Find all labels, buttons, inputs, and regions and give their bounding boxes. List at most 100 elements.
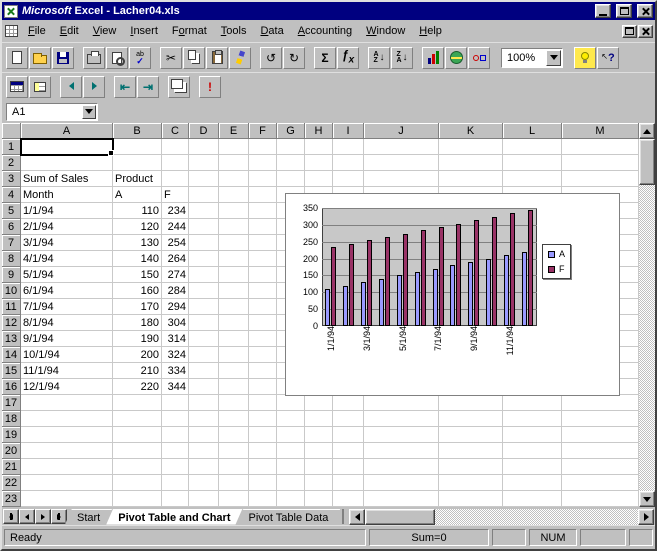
cell-K21[interactable] xyxy=(439,459,503,475)
cell-D15[interactable] xyxy=(189,363,219,379)
cell-A13[interactable]: 9/1/94 xyxy=(21,331,113,347)
vertical-scroll-thumb[interactable] xyxy=(639,139,655,185)
cell-K23[interactable] xyxy=(439,491,503,507)
name-box-dropdown-icon[interactable] xyxy=(82,104,96,119)
cell-F16[interactable] xyxy=(249,379,277,395)
cell-A7[interactable]: 3/1/94 xyxy=(21,235,113,251)
cell-C15[interactable]: 334 xyxy=(162,363,189,379)
cell-J19[interactable] xyxy=(364,427,439,443)
row-header-3[interactable]: 3 xyxy=(2,171,21,187)
column-header-D[interactable]: D xyxy=(189,123,219,139)
sort-ascending-button[interactable]: A Z ↓ xyxy=(368,46,390,69)
cell-C3[interactable] xyxy=(162,171,189,187)
cell-J23[interactable] xyxy=(364,491,439,507)
row-header-11[interactable]: 11 xyxy=(2,299,21,315)
row-header-6[interactable]: 6 xyxy=(2,219,21,235)
cell-A21[interactable] xyxy=(21,459,113,475)
cell-E16[interactable] xyxy=(219,379,249,395)
column-header-C[interactable]: C xyxy=(162,123,189,139)
row-header-23[interactable]: 23 xyxy=(2,491,21,507)
cell-I23[interactable] xyxy=(333,491,364,507)
cell-G18[interactable] xyxy=(277,411,305,427)
column-header-F[interactable]: F xyxy=(249,123,277,139)
cell-H2[interactable] xyxy=(305,155,333,171)
vertical-scroll-track[interactable] xyxy=(639,185,655,491)
cell-E8[interactable] xyxy=(219,251,249,267)
cell-M23[interactable] xyxy=(562,491,639,507)
tab-split-handle[interactable] xyxy=(342,509,348,524)
cell-I20[interactable] xyxy=(333,443,364,459)
cell-D23[interactable] xyxy=(189,491,219,507)
cell-B4[interactable]: A xyxy=(113,187,162,203)
copy-button[interactable] xyxy=(183,46,205,69)
cell-L3[interactable] xyxy=(503,171,562,187)
cell-E3[interactable] xyxy=(219,171,249,187)
cell-D7[interactable] xyxy=(189,235,219,251)
next-sheet-button[interactable] xyxy=(35,509,51,524)
cell-G17[interactable] xyxy=(277,395,305,411)
cell-B18[interactable] xyxy=(113,411,162,427)
cell-K19[interactable] xyxy=(439,427,503,443)
cell-I19[interactable] xyxy=(333,427,364,443)
cell-F3[interactable] xyxy=(249,171,277,187)
cell-F14[interactable] xyxy=(249,347,277,363)
cell-K3[interactable] xyxy=(439,171,503,187)
row-header-18[interactable]: 18 xyxy=(2,411,21,427)
cell-C11[interactable]: 294 xyxy=(162,299,189,315)
menu-view[interactable]: View xyxy=(86,22,124,40)
cell-B6[interactable]: 120 xyxy=(113,219,162,235)
cell-I1[interactable] xyxy=(333,139,364,155)
cell-A11[interactable]: 7/1/94 xyxy=(21,299,113,315)
cell-D18[interactable] xyxy=(189,411,219,427)
row-header-19[interactable]: 19 xyxy=(2,427,21,443)
cell-D3[interactable] xyxy=(189,171,219,187)
row-header-10[interactable]: 10 xyxy=(2,283,21,299)
cell-I3[interactable] xyxy=(333,171,364,187)
cell-D1[interactable] xyxy=(189,139,219,155)
cell-B3[interactable]: Product xyxy=(113,171,162,187)
cell-E1[interactable] xyxy=(219,139,249,155)
cell-D6[interactable] xyxy=(189,219,219,235)
row-header-14[interactable]: 14 xyxy=(2,347,21,363)
name-box[interactable]: A1 xyxy=(6,102,98,121)
cell-A1[interactable] xyxy=(20,138,114,156)
cell-C5[interactable]: 234 xyxy=(162,203,189,219)
cell-M2[interactable] xyxy=(562,155,639,171)
cell-F18[interactable] xyxy=(249,411,277,427)
cell-M18[interactable] xyxy=(562,411,639,427)
minimize-button[interactable] xyxy=(595,4,611,18)
cell-M22[interactable] xyxy=(562,475,639,491)
cell-K20[interactable] xyxy=(439,443,503,459)
pivot-table-field-button[interactable] xyxy=(29,75,51,98)
cell-D2[interactable] xyxy=(189,155,219,171)
cell-A16[interactable]: 12/1/94 xyxy=(21,379,113,395)
menu-data[interactable]: Data xyxy=(253,22,290,40)
cell-B15[interactable]: 210 xyxy=(113,363,162,379)
cell-B9[interactable]: 150 xyxy=(113,267,162,283)
column-header-M[interactable]: M xyxy=(562,123,639,139)
cell-E18[interactable] xyxy=(219,411,249,427)
cell-D5[interactable] xyxy=(189,203,219,219)
cell-C4[interactable]: F xyxy=(162,187,189,203)
row-header-20[interactable]: 20 xyxy=(2,443,21,459)
vertical-scrollbar[interactable] xyxy=(639,123,655,507)
menu-accounting[interactable]: Accounting xyxy=(291,22,359,40)
sort-descending-button[interactable]: Z A ↓ xyxy=(391,46,413,69)
cell-L1[interactable] xyxy=(503,139,562,155)
cell-E13[interactable] xyxy=(219,331,249,347)
cell-E6[interactable] xyxy=(219,219,249,235)
save-button[interactable] xyxy=(52,46,74,69)
cell-E15[interactable] xyxy=(219,363,249,379)
zoom-combobox[interactable]: 100% xyxy=(501,47,563,68)
row-header-1[interactable]: 1 xyxy=(2,139,21,155)
cell-L23[interactable] xyxy=(503,491,562,507)
cell-E11[interactable] xyxy=(219,299,249,315)
cell-B21[interactable] xyxy=(113,459,162,475)
chart-legend[interactable]: AF xyxy=(542,244,572,279)
cell-B11[interactable]: 170 xyxy=(113,299,162,315)
column-header-E[interactable]: E xyxy=(219,123,249,139)
cell-H20[interactable] xyxy=(305,443,333,459)
row-header-4[interactable]: 4 xyxy=(2,187,21,203)
cell-F2[interactable] xyxy=(249,155,277,171)
cell-J1[interactable] xyxy=(364,139,439,155)
